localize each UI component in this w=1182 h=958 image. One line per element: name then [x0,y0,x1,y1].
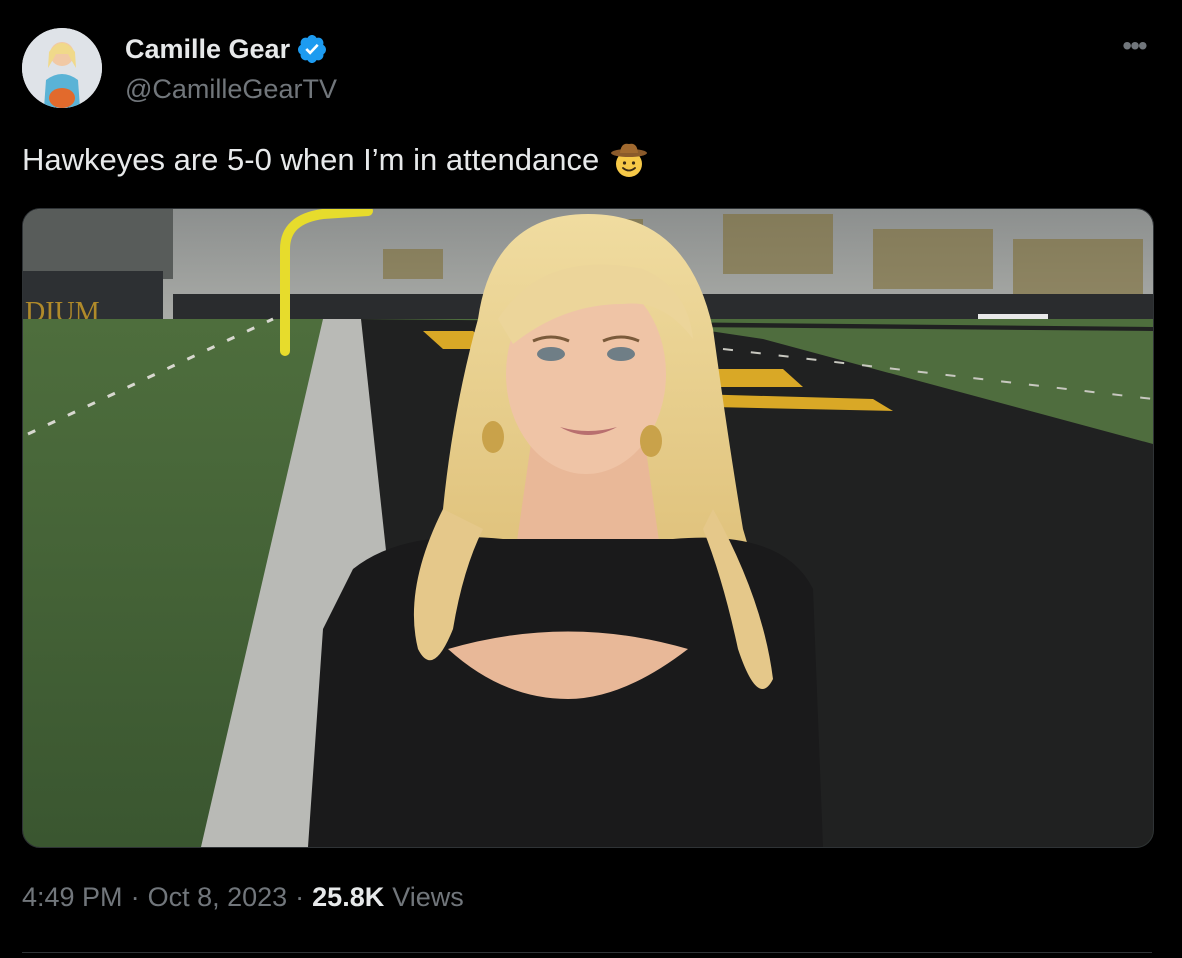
tweet-time[interactable]: 4:49 PM [22,882,123,913]
cowboy-hat-face-emoji-icon [609,140,649,180]
verified-badge-icon[interactable] [296,33,328,65]
author-display-name[interactable]: Camille Gear [125,34,290,65]
divider [22,952,1152,953]
tweet-date[interactable]: Oct 8, 2023 [148,882,288,913]
tweet-media-photo[interactable]: DIUM [22,208,1154,848]
author-handle[interactable]: @CamilleGearTV [125,74,337,105]
tweet-meta: 4:49 PM · Oct 8, 2023 · 25.8K Views [22,882,464,913]
views-label: Views [392,882,464,912]
meta-separator: · [295,882,305,912]
views-count: 25.8K [312,882,385,912]
meta-separator: · [130,882,140,912]
tweet-text: Hawkeyes are 5-0 when I’m in attendance [22,140,649,180]
tweet-text-body: Hawkeyes are 5-0 when I’m in attendance [22,142,600,177]
more-options-icon[interactable]: ••• [1118,32,1150,60]
author-avatar[interactable] [22,28,102,108]
author-name-row: Camille Gear [125,33,328,65]
